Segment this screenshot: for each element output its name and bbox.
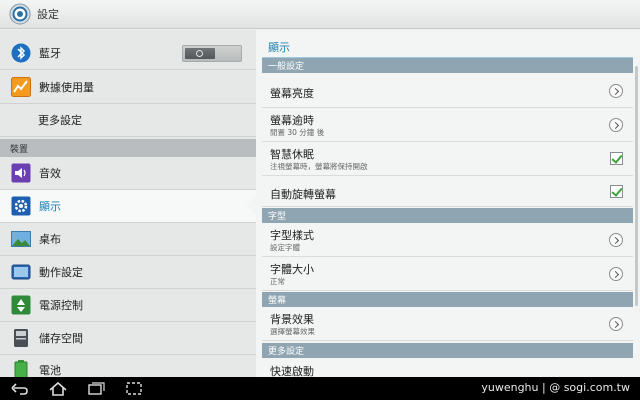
setting-subtitle: 閒置 30 分鐘 後: [270, 128, 325, 137]
setting-quick-launch[interactable]: 快速啟動: [262, 359, 633, 377]
setting-title: 螢幕逾時: [270, 114, 314, 127]
settings-category-list: 藍牙 數據使用量 更多設定 裝置 音效 顯示 桌布 動作設定 電源控制 儲存空間…: [0, 30, 256, 377]
sidebar-item-label: 音效: [39, 167, 61, 180]
settings-gear-icon[interactable]: [9, 3, 31, 25]
system-navigation-bar: yuwenghu | @ sogi.com.tw: [0, 377, 640, 400]
setting-subtitle: 設定字體: [270, 243, 300, 252]
sidebar-item-battery[interactable]: 電池: [0, 354, 256, 377]
sidebar-item-label: 電源控制: [39, 299, 83, 312]
scrollbar[interactable]: [635, 66, 638, 306]
chevron-right-icon: [609, 317, 623, 331]
setting-font-style[interactable]: 字型樣式 設定字體: [262, 224, 633, 257]
chevron-right-icon: [609, 118, 623, 132]
sidebar-item-label: 電池: [39, 364, 61, 377]
setting-subtitle: 選擇螢幕效果: [270, 327, 315, 336]
back-icon[interactable]: [10, 380, 30, 397]
sidebar-item-power[interactable]: 電源控制: [0, 289, 256, 322]
motion-icon: [11, 264, 31, 280]
sidebar-item-label: 儲存空間: [39, 332, 83, 345]
display-gear-icon: [11, 196, 31, 216]
bluetooth-toggle[interactable]: [182, 45, 242, 62]
section-header-font: 字型: [262, 208, 633, 223]
selection-pointer: [246, 195, 256, 215]
section-header-general: 一般設定: [262, 58, 633, 73]
chevron-right-icon: [609, 84, 623, 98]
setting-screen-timeout[interactable]: 螢幕逾時 閒置 30 分鐘 後: [262, 109, 633, 142]
bluetooth-icon: [11, 43, 31, 63]
storage-icon: [14, 329, 28, 347]
setting-background-effect[interactable]: 背景效果 選擇螢幕效果: [262, 308, 633, 341]
recycle-icon: [11, 295, 31, 315]
setting-brightness[interactable]: 螢幕亮度: [262, 74, 633, 108]
setting-auto-rotate[interactable]: 自動旋轉螢幕: [262, 177, 633, 207]
chevron-right-icon: [609, 267, 623, 281]
setting-title: 螢幕亮度: [270, 87, 314, 100]
sidebar-item-label: 桌布: [39, 233, 61, 246]
sidebar-item-label: 動作設定: [39, 266, 83, 279]
watermark: yuwenghu | @ sogi.com.tw: [481, 381, 630, 394]
section-header-device: 裝置: [0, 139, 256, 157]
display-settings-pane: 顯示 一般設定 螢幕亮度 螢幕逾時 閒置 30 分鐘 後 智慧休眠 注視螢幕時，…: [256, 30, 640, 377]
sidebar-item-wallpaper[interactable]: 桌布: [0, 223, 256, 256]
setting-font-size[interactable]: 字體大小 正常: [262, 258, 633, 291]
sidebar-item-motion[interactable]: 動作設定: [0, 256, 256, 289]
setting-title: 智慧休眠: [270, 148, 314, 161]
speaker-icon: [11, 163, 31, 183]
sidebar-item-sound[interactable]: 音效: [0, 157, 256, 190]
setting-subtitle: 正常: [270, 277, 285, 286]
sidebar-item-label: 更多設定: [38, 114, 82, 127]
sidebar-item-label: 藍牙: [39, 47, 61, 60]
section-header-screen: 螢幕: [262, 292, 633, 307]
battery-icon: [14, 360, 28, 377]
setting-title: 字體大小: [270, 263, 314, 276]
setting-smart-stay[interactable]: 智慧休眠 注視螢幕時，螢幕將保持開啟: [262, 143, 633, 176]
smart-stay-checkbox[interactable]: [610, 152, 623, 165]
sidebar-item-bluetooth[interactable]: 藍牙: [0, 37, 256, 70]
setting-title: 背景效果: [270, 313, 314, 326]
setting-title: 快速啟動: [270, 365, 314, 377]
sidebar-item-storage[interactable]: 儲存空間: [0, 322, 256, 355]
home-icon[interactable]: [48, 380, 68, 397]
setting-title: 自動旋轉螢幕: [270, 188, 336, 201]
data-usage-icon: [11, 77, 31, 97]
auto-rotate-checkbox[interactable]: [610, 185, 623, 198]
section-header-more: 更多設定: [262, 343, 633, 358]
setting-subtitle: 注視螢幕時，螢幕將保持開啟: [270, 162, 368, 171]
sidebar-item-display[interactable]: 顯示: [0, 190, 256, 223]
pane-title: 顯示: [268, 41, 290, 54]
sidebar-item-label: 顯示: [39, 200, 61, 213]
app-title: 設定: [37, 8, 59, 21]
wallpaper-icon: [11, 231, 31, 247]
sidebar-item-label: 數據使用量: [39, 81, 94, 94]
sidebar-item-data-usage[interactable]: 數據使用量: [0, 71, 256, 104]
title-bar: 設定: [0, 0, 640, 29]
screenshot-icon[interactable]: [124, 380, 144, 397]
recent-apps-icon[interactable]: [86, 380, 106, 397]
setting-title: 字型樣式: [270, 229, 314, 242]
sidebar-item-more-settings[interactable]: 更多設定: [0, 104, 256, 137]
chevron-right-icon: [609, 233, 623, 247]
